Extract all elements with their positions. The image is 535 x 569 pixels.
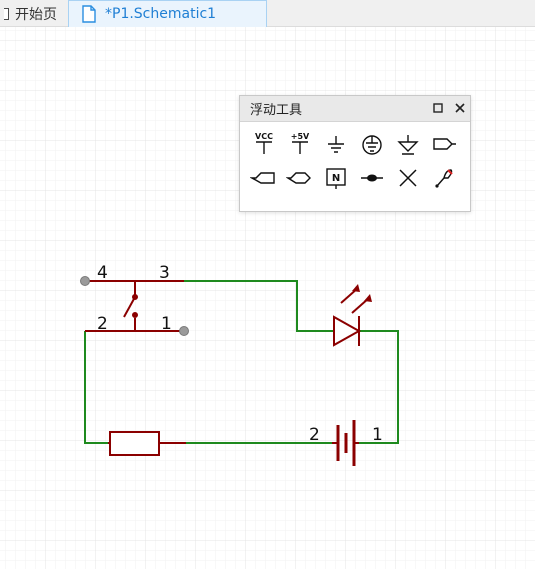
- net-port-bidir-tool[interactable]: [285, 164, 314, 192]
- tab-label: *P1.Schematic1: [105, 6, 217, 22]
- junction-tool[interactable]: [358, 164, 386, 192]
- floating-tools-panel: 浮动工具 VCC +5V N: [239, 95, 471, 212]
- file-icon: [82, 5, 96, 23]
- no-connect-tool[interactable]: [394, 164, 422, 192]
- pin-endpoint[interactable]: [80, 276, 90, 286]
- net-label-tool[interactable]: N: [322, 164, 350, 192]
- battery-pin-label: 2: [309, 425, 320, 445]
- floating-tools-title: 浮动工具: [250, 103, 303, 118]
- battery-pin-label: 1: [372, 425, 383, 445]
- tab-label: 开始页: [15, 6, 57, 23]
- net-port-in-tool[interactable]: [249, 164, 278, 192]
- tab-bar: 开始页 *P1.Schematic1: [0, 0, 535, 27]
- switch-pin-label: 2: [97, 314, 108, 334]
- svg-text:+5V: +5V: [291, 132, 310, 141]
- analog-ground-tool[interactable]: [394, 130, 422, 158]
- svg-text:VCC: VCC: [255, 132, 273, 141]
- switch-pin-label: 3: [159, 263, 170, 283]
- close-icon[interactable]: [453, 101, 467, 115]
- home-icon: [4, 7, 9, 20]
- pin-endpoint[interactable]: [179, 326, 189, 336]
- plus5v-tool[interactable]: +5V: [286, 130, 314, 158]
- earth-ground-tool[interactable]: [358, 130, 386, 158]
- ground-tool[interactable]: [322, 130, 350, 158]
- svg-text:N: N: [332, 173, 340, 184]
- probe-tool[interactable]: [430, 164, 458, 192]
- switch-pin-label: 1: [161, 314, 172, 334]
- net-port-out-tool[interactable]: [430, 130, 458, 158]
- switch-pin-label: 4: [97, 263, 108, 283]
- vcc-tool[interactable]: VCC: [250, 130, 278, 158]
- tab-schematic[interactable]: *P1.Schematic1: [68, 0, 267, 27]
- maximize-icon[interactable]: [431, 101, 445, 115]
- tab-start-page[interactable]: 开始页: [0, 0, 67, 27]
- floating-tools-header[interactable]: 浮动工具: [240, 96, 470, 122]
